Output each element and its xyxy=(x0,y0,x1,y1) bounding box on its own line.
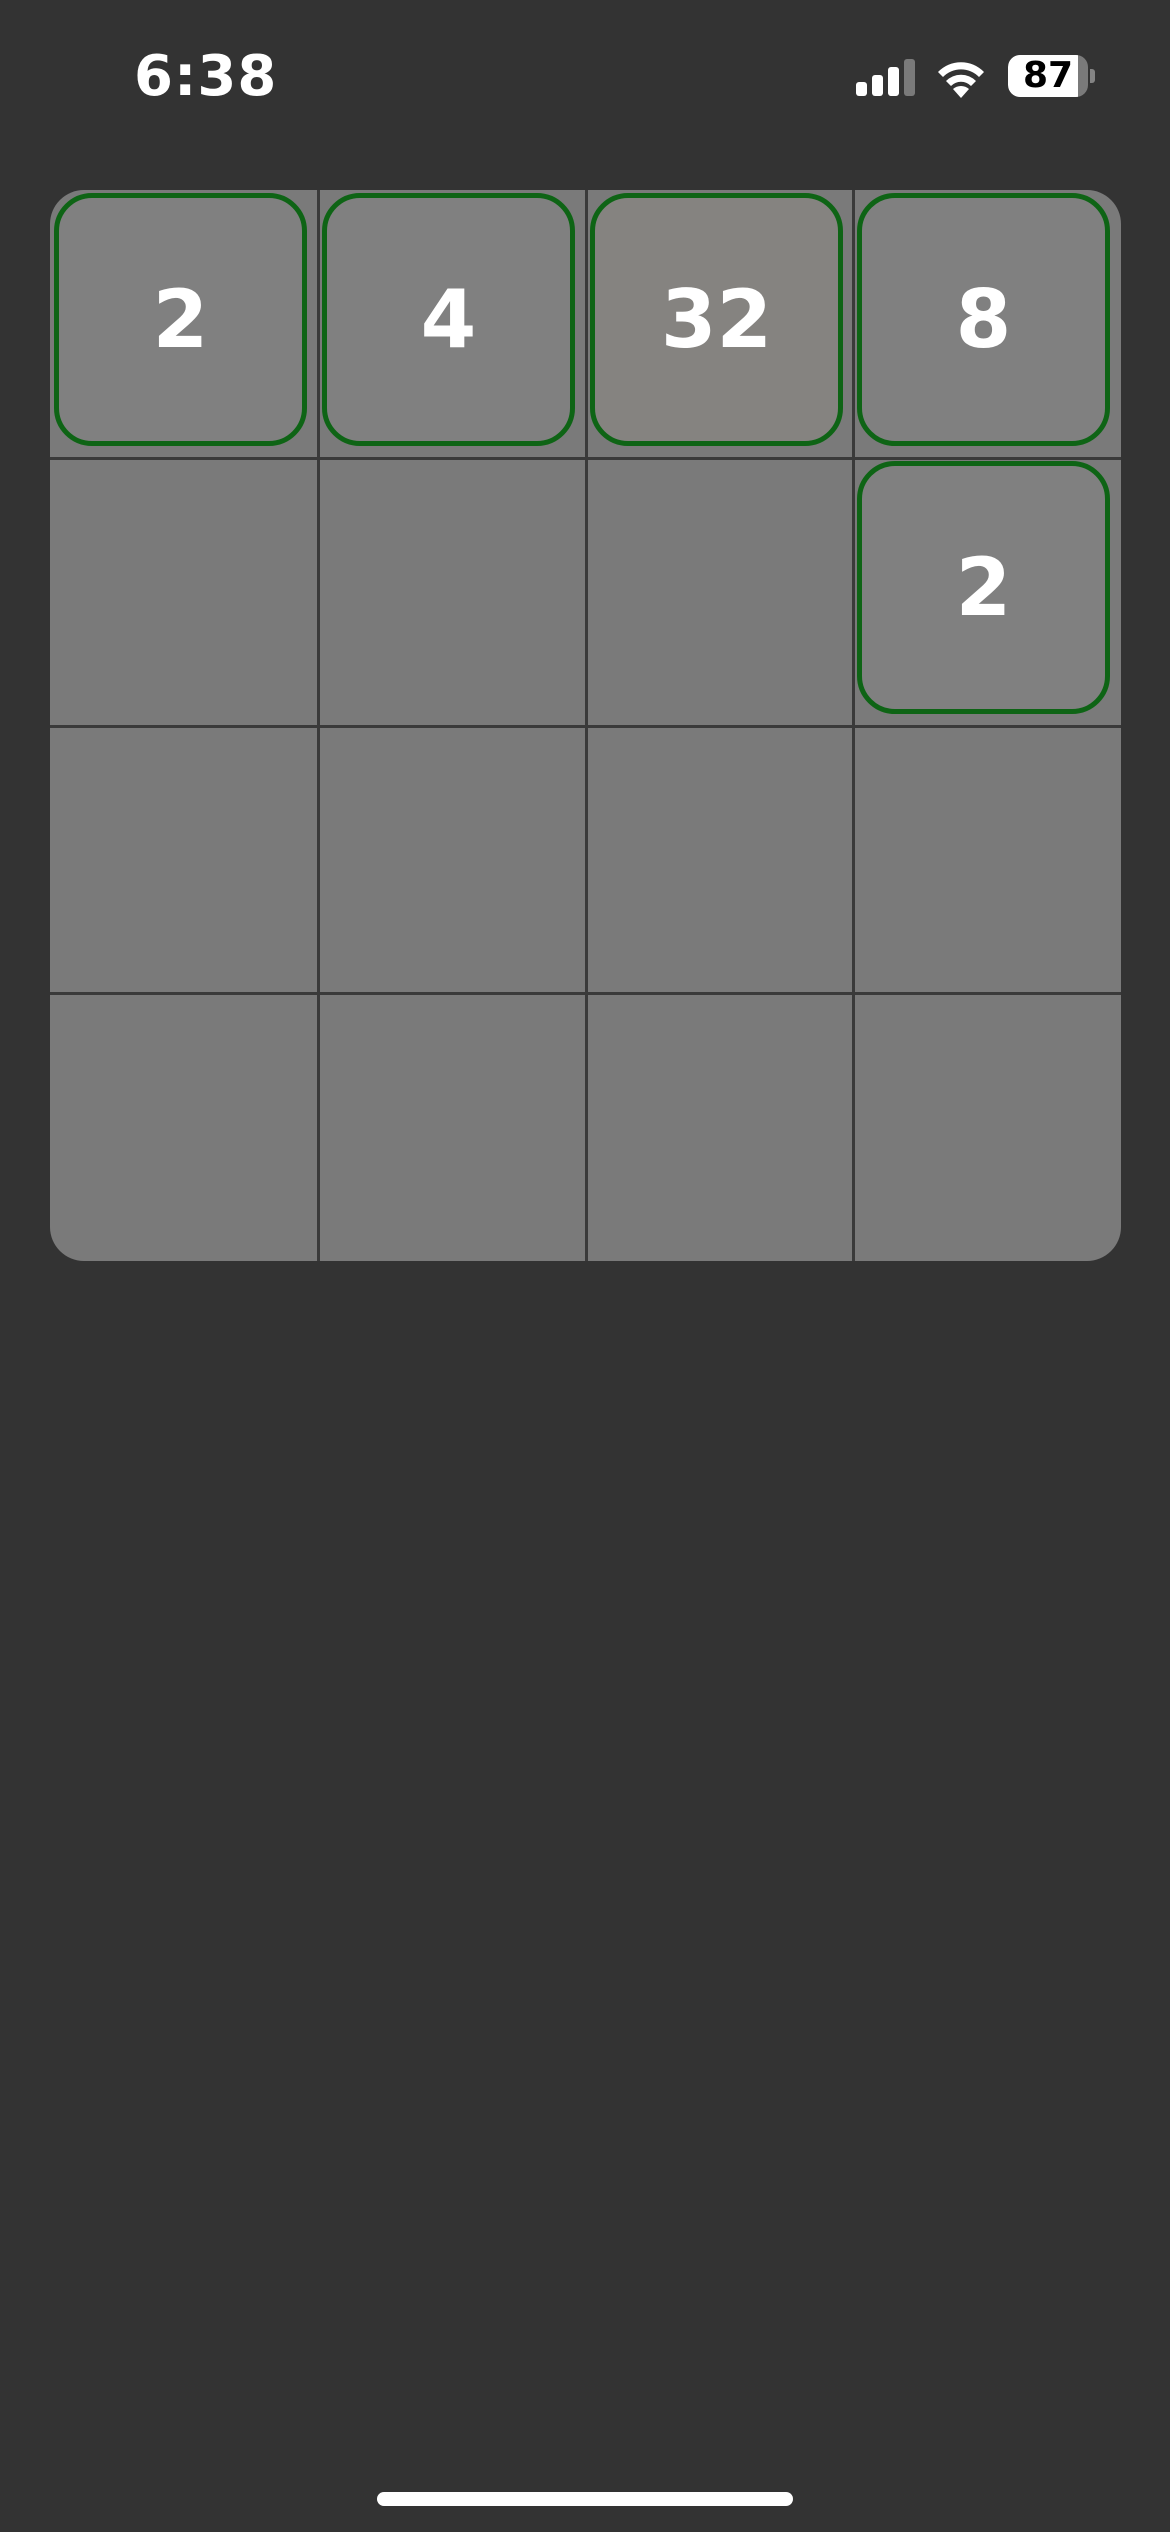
tile-2[interactable]: 2 xyxy=(857,461,1110,714)
battery-percent: 87 xyxy=(1022,55,1074,96)
wifi-icon xyxy=(934,54,988,98)
battery-nub xyxy=(1090,69,1095,83)
battery-icon: 87 xyxy=(1008,55,1088,97)
status-bar: 6:38 87 xyxy=(0,0,1170,150)
grid-line-vertical xyxy=(852,190,855,1261)
tile-2[interactable]: 2 xyxy=(54,193,307,446)
status-time: 6:38 xyxy=(134,44,278,109)
tile-8[interactable]: 8 xyxy=(857,193,1110,446)
cellular-signal-icon xyxy=(856,56,916,96)
tile-32[interactable]: 32 xyxy=(590,193,843,446)
tile-4[interactable]: 4 xyxy=(322,193,575,446)
grid-line-horizontal xyxy=(50,992,1121,995)
grid-line-horizontal xyxy=(50,725,1121,728)
game-board[interactable]: 2 4 32 8 2 xyxy=(50,190,1121,1261)
home-indicator[interactable] xyxy=(377,2492,793,2506)
